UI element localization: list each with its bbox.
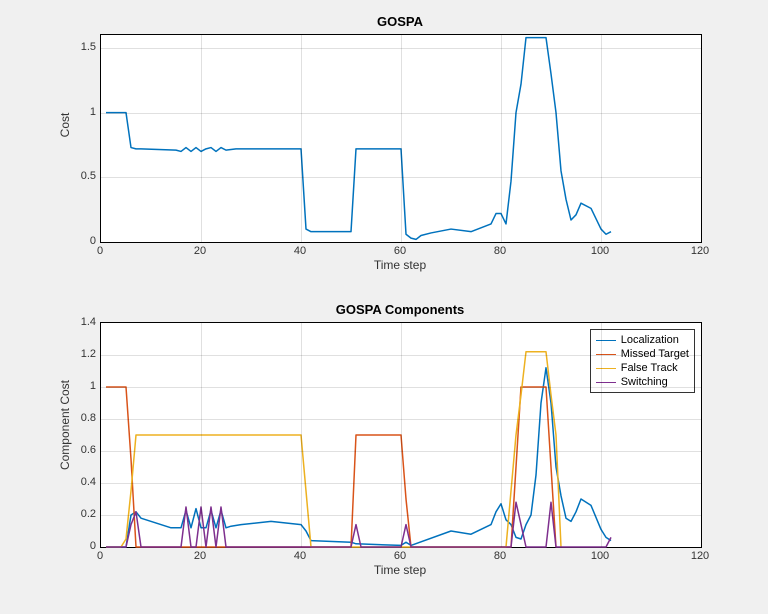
gridline (101, 177, 701, 178)
top-ylabel: Cost (58, 95, 72, 155)
ytick-label: 1 (70, 106, 96, 118)
legend-label: Localization (621, 334, 679, 346)
xtick-label: 120 (691, 550, 709, 562)
ytick-label: 0.5 (70, 170, 96, 182)
ytick-label: 0.4 (70, 476, 96, 488)
legend-swatch (596, 340, 616, 341)
xtick-label: 40 (294, 245, 306, 257)
series-line (106, 387, 556, 547)
gridline (601, 35, 602, 242)
gridline (501, 35, 502, 242)
legend-item-missed: Missed Target (596, 347, 689, 361)
xtick-label: 60 (394, 550, 406, 562)
ytick-label: 1 (70, 380, 96, 392)
ytick-label: 1.5 (70, 41, 96, 53)
gridline (101, 483, 701, 484)
gridline (101, 515, 701, 516)
xtick-label: 100 (591, 550, 609, 562)
legend-label: Missed Target (621, 348, 689, 360)
legend: Localization Missed Target False Track S… (590, 329, 695, 393)
gridline (101, 419, 701, 420)
legend-item-localization: Localization (596, 333, 689, 347)
bottom-title: GOSPA Components (100, 302, 700, 317)
xtick-label: 0 (97, 550, 103, 562)
series-line (106, 352, 561, 547)
xtick-label: 20 (194, 550, 206, 562)
ytick-label: 0 (70, 540, 96, 552)
legend-item-false: False Track (596, 361, 689, 375)
gridline (401, 35, 402, 242)
gridline (201, 323, 202, 547)
xtick-label: 20 (194, 245, 206, 257)
gridline (401, 323, 402, 547)
ytick-label: 1.4 (70, 316, 96, 328)
series-line (106, 38, 611, 240)
gridline (101, 355, 701, 356)
series-line (106, 368, 611, 547)
gridline (101, 48, 701, 49)
ytick-label: 0.8 (70, 412, 96, 424)
gridline (101, 451, 701, 452)
gridline (501, 323, 502, 547)
legend-swatch (596, 368, 616, 369)
ytick-label: 0.2 (70, 508, 96, 520)
top-title: GOSPA (100, 14, 700, 29)
ytick-label: 0.6 (70, 444, 96, 456)
xtick-label: 40 (294, 550, 306, 562)
bottom-xlabel: Time step (100, 563, 700, 577)
gridline (101, 113, 701, 114)
xtick-label: 100 (591, 245, 609, 257)
top-axes (100, 34, 702, 243)
gridline (601, 323, 602, 547)
xtick-label: 80 (494, 550, 506, 562)
xtick-label: 0 (97, 245, 103, 257)
legend-label: False Track (621, 362, 678, 374)
ytick-label: 1.2 (70, 348, 96, 360)
gridline (301, 323, 302, 547)
top-xlabel: Time step (100, 258, 700, 272)
xtick-label: 60 (394, 245, 406, 257)
figure: GOSPA Time step Cost Localization Missed… (0, 0, 768, 614)
xtick-label: 80 (494, 245, 506, 257)
gridline (301, 35, 302, 242)
ytick-label: 0 (70, 235, 96, 247)
gridline (201, 35, 202, 242)
bottom-axes: Localization Missed Target False Track S… (100, 322, 702, 548)
gridline (101, 387, 701, 388)
legend-swatch (596, 382, 616, 383)
xtick-label: 120 (691, 245, 709, 257)
